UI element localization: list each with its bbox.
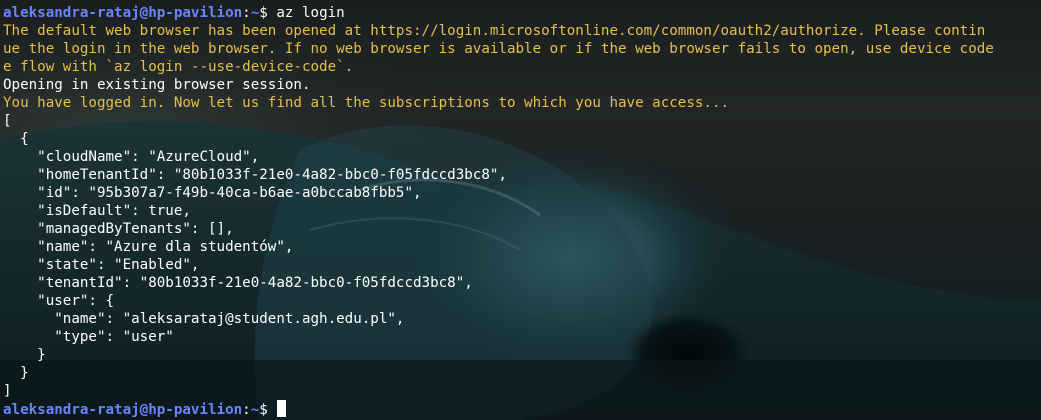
json-line: "state": "Enabled",: [3, 257, 200, 273]
prompt-user-host: aleksandra-rataj@hp-pavilion: [3, 5, 243, 21]
command-text: az login: [276, 5, 345, 21]
info-line: Opening in existing browser session.: [3, 77, 311, 93]
json-line: "type": "user": [3, 329, 174, 345]
prompt-symbol: $: [259, 5, 277, 21]
terminal-output: aleksandra-rataj@hp-pavilion:~$ az login…: [3, 4, 1041, 418]
command-line: aleksandra-rataj@hp-pavilion:~$ az login: [3, 4, 1041, 22]
prompt-user-host: aleksandra-rataj@hp-pavilion: [3, 402, 243, 418]
warning-line: ue the login in the web browser. If no w…: [3, 41, 994, 57]
json-line: "id": "95b307a7-f49b-40ca-b6ae-a0bccab8f…: [3, 185, 422, 201]
json-line: "managedByTenants": [],: [3, 221, 234, 237]
json-line: "tenantId": "80b1033f-21e0-4a82-bbc0-f05…: [3, 275, 473, 291]
prompt-colon: :: [242, 402, 251, 418]
json-line: "homeTenantId": "80b1033f-21e0-4a82-bbc0…: [3, 167, 507, 183]
logged-in-line: You have logged in. Now let us find all …: [3, 95, 730, 111]
warning-line: The default web browser has been opened …: [3, 23, 986, 39]
json-line: [: [3, 113, 12, 129]
prompt-path: ~: [250, 5, 260, 21]
text-cursor[interactable]: [277, 400, 287, 417]
json-line: "isDefault": true,: [3, 203, 191, 219]
warning-line: e flow with `az login --use-device-code`…: [3, 59, 354, 75]
json-line: "name": "aleksarataj@student.agh.edu.pl"…: [3, 311, 405, 327]
current-prompt-line[interactable]: aleksandra-rataj@hp-pavilion:~$: [3, 400, 1041, 418]
prompt-symbol: $: [259, 402, 277, 418]
terminal-window[interactable]: aleksandra-rataj@hp-pavilion:~$ az login…: [0, 0, 1041, 420]
json-line: }: [3, 365, 29, 381]
json-line: "user": {: [3, 293, 115, 309]
json-line: {: [3, 131, 29, 147]
json-line: }: [3, 347, 46, 363]
prompt-colon: :: [242, 5, 251, 21]
prompt-path: ~: [250, 402, 260, 418]
json-line: ]: [3, 383, 12, 399]
json-line: "cloudName": "AzureCloud",: [3, 149, 260, 165]
json-line: "name": "Azure dla studentów",: [3, 239, 294, 255]
